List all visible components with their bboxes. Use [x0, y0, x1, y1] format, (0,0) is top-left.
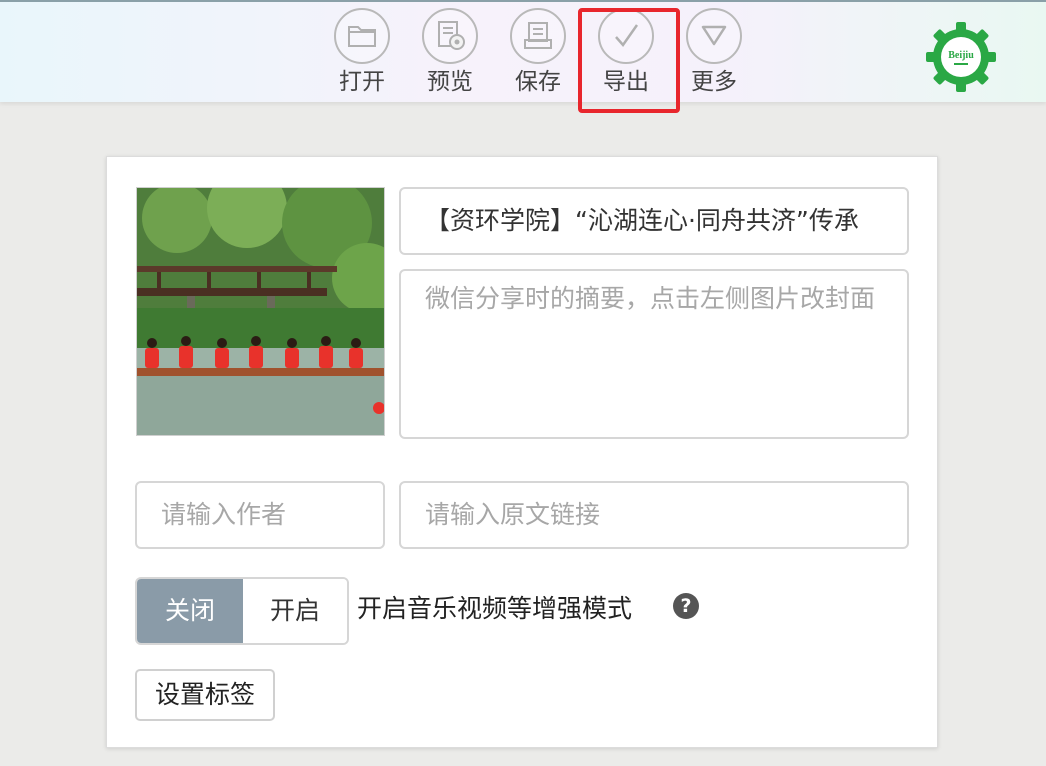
open-button[interactable]: 打开: [326, 8, 398, 100]
gear-logo-icon[interactable]: Beijiu: [924, 20, 998, 94]
more-label: 更多: [691, 69, 737, 95]
preview-label: 预览: [427, 69, 473, 95]
toggle-on-button[interactable]: 开启: [243, 579, 347, 643]
help-icon[interactable]: ?: [673, 593, 699, 619]
open-label: 打开: [339, 69, 385, 95]
cover-image[interactable]: [136, 187, 385, 436]
more-button[interactable]: 更多: [678, 8, 750, 100]
folder-icon: [334, 8, 390, 64]
save-button[interactable]: 保存: [502, 8, 574, 100]
article-card: 【资环学院】“沁湖连心·同舟共济”传承 微信分享时的摘要，点击左侧图片改封面 请…: [106, 156, 938, 748]
source-link-input[interactable]: 请输入原文链接: [399, 481, 909, 549]
triangle-down-icon: [686, 8, 742, 64]
set-tags-button[interactable]: 设置标签: [135, 669, 275, 721]
save-icon: [510, 8, 566, 64]
summary-textarea[interactable]: 微信分享时的摘要，点击左侧图片改封面: [399, 269, 909, 439]
enhance-mode-toggle: 关闭 开启: [135, 577, 349, 645]
enhance-mode-label: 开启音乐视频等增强模式: [357, 594, 633, 623]
author-input[interactable]: 请输入作者: [135, 481, 385, 549]
preview-button[interactable]: 预览: [414, 8, 486, 100]
toolbar: 打开 预览 保存 导出 更多 Beijiu: [0, 0, 1046, 102]
export-highlight-box: [578, 8, 680, 113]
save-label: 保存: [515, 69, 561, 95]
toggle-off-button[interactable]: 关闭: [137, 579, 243, 643]
svg-text:Beijiu: Beijiu: [948, 50, 974, 61]
title-input[interactable]: 【资环学院】“沁湖连心·同舟共济”传承: [399, 187, 909, 255]
preview-icon: [422, 8, 478, 64]
